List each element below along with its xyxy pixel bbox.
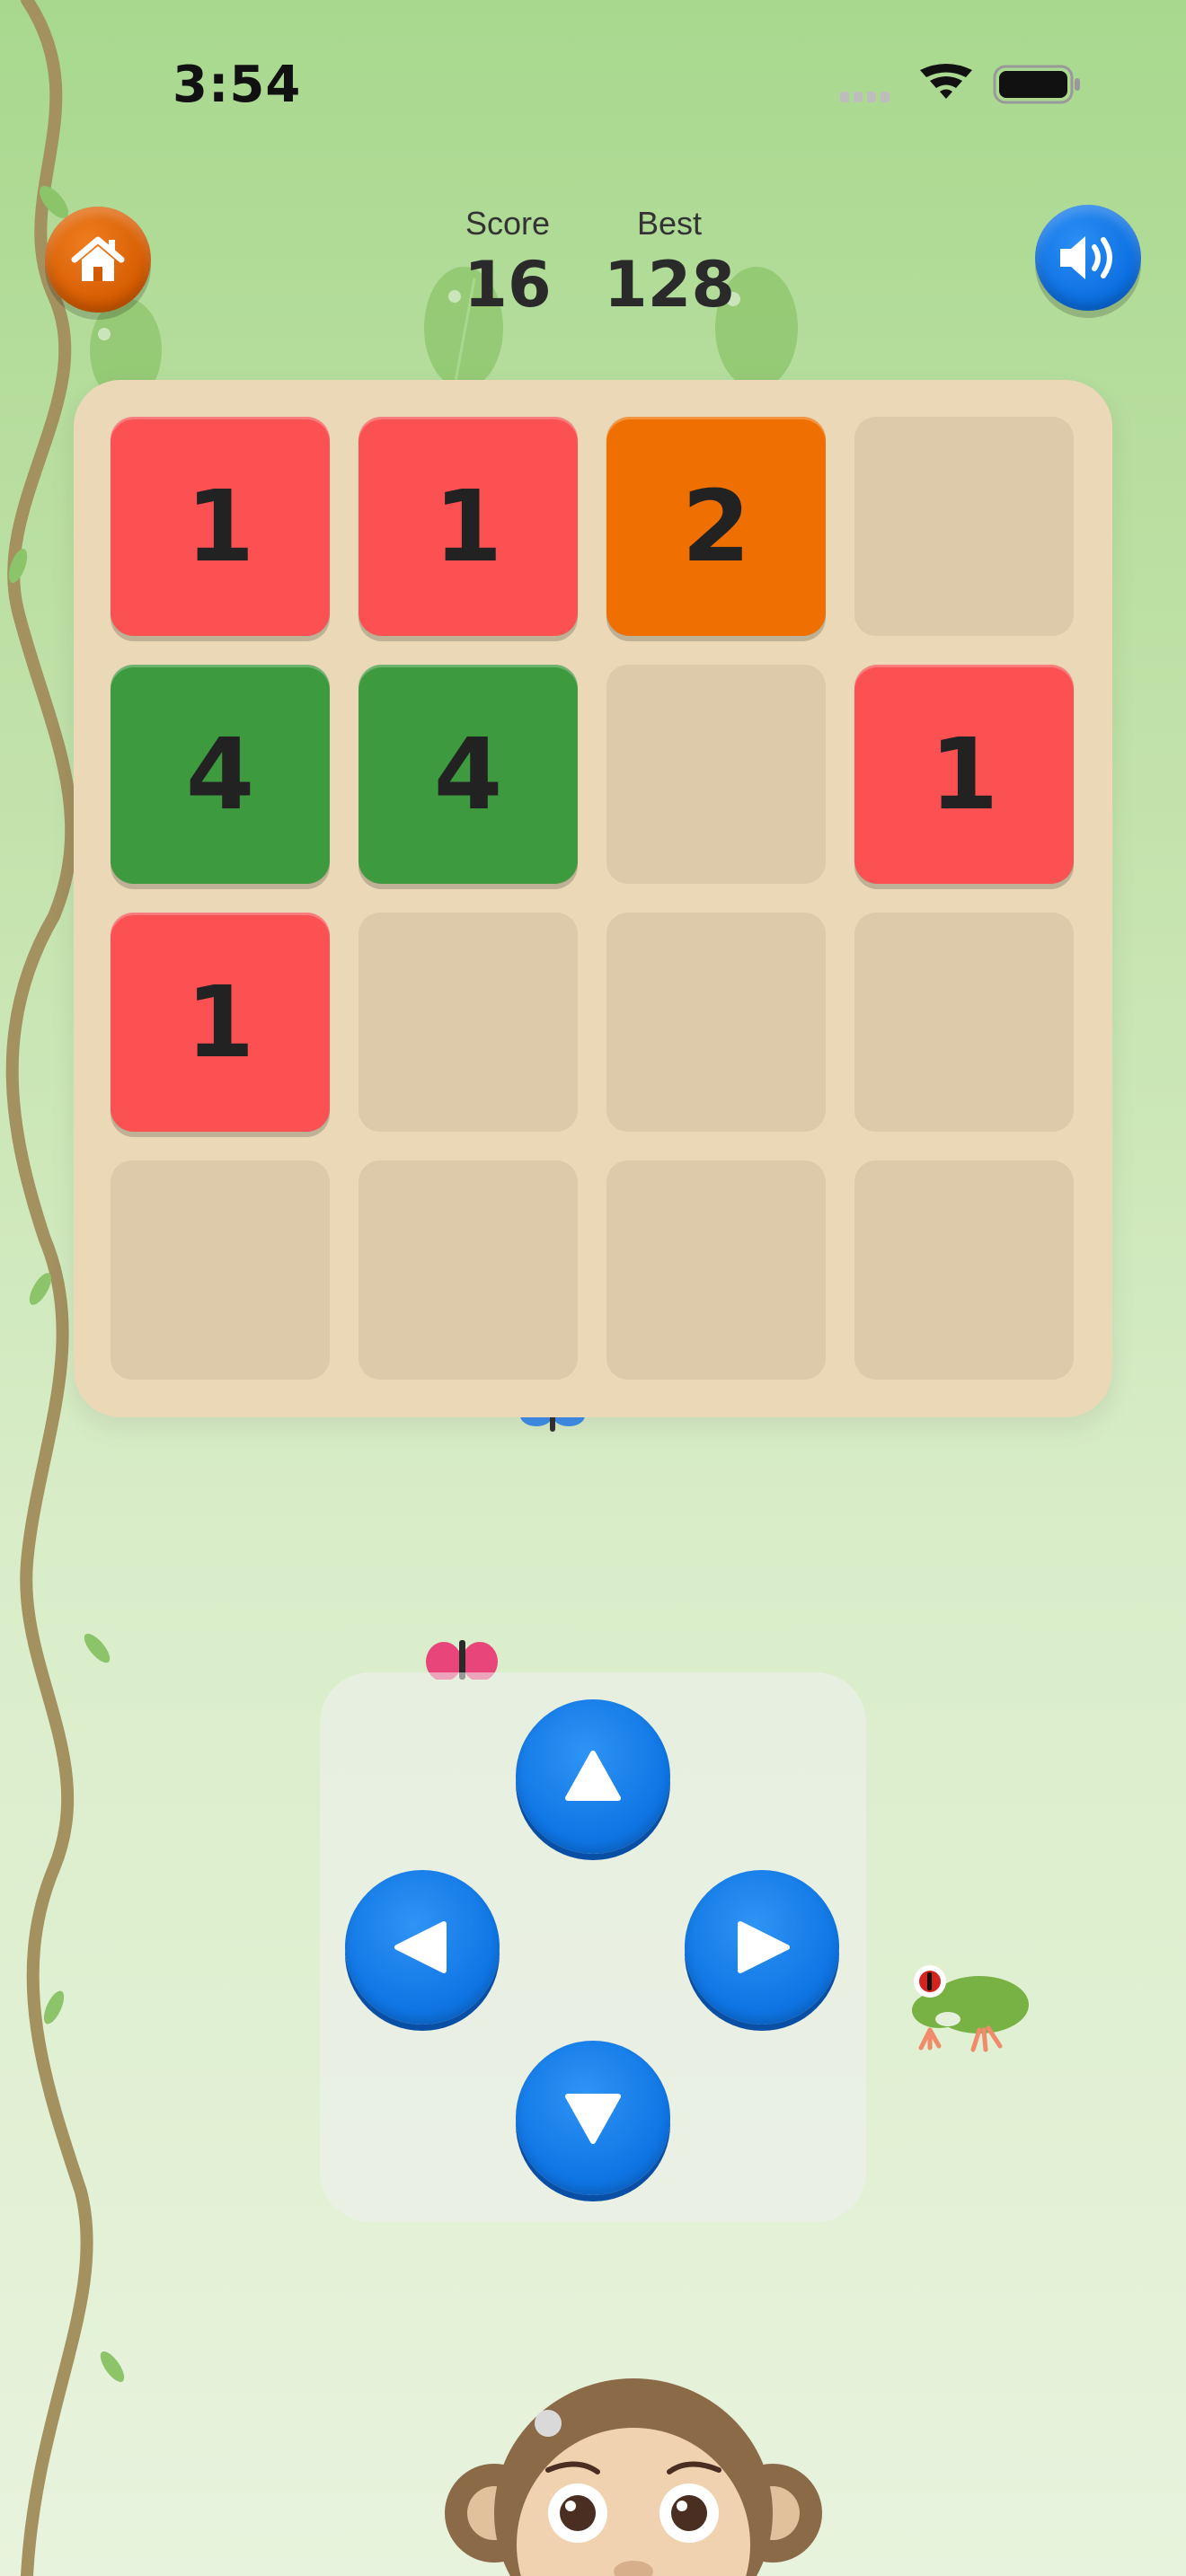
best-value: 128 — [603, 248, 736, 322]
board-cell — [358, 913, 578, 1132]
move-up-button[interactable] — [516, 1699, 670, 1854]
tile: 1 — [854, 665, 1074, 884]
arrow-up-icon — [565, 1751, 621, 1801]
home-icon — [71, 236, 125, 281]
tile: 2 — [606, 417, 826, 636]
status-time: 3:54 — [173, 56, 302, 114]
score-value: 16 — [464, 248, 552, 322]
tile: 1 — [111, 913, 330, 1132]
speaker-icon — [1060, 236, 1112, 279]
tile: 4 — [358, 665, 578, 884]
home-button[interactable] — [45, 207, 151, 313]
tile: 4 — [111, 665, 330, 884]
score-label: Score — [465, 205, 551, 242]
board-cell — [606, 665, 826, 884]
board-cell — [854, 913, 1074, 1132]
battery-icon — [993, 65, 1080, 104]
board-cell — [358, 1160, 578, 1380]
tile: 1 — [111, 417, 330, 636]
arrow-left-icon — [394, 1921, 447, 1973]
arrow-right-icon — [738, 1921, 790, 1973]
frog-decoration — [912, 1965, 1029, 2052]
sound-button[interactable] — [1035, 205, 1141, 311]
arrow-down-icon — [565, 2094, 621, 2144]
board-cell — [606, 913, 826, 1132]
board-cell — [606, 1160, 826, 1380]
move-down-button[interactable] — [516, 2041, 670, 2195]
wifi-icon — [920, 64, 972, 99]
move-left-button[interactable] — [345, 1870, 500, 2025]
tile: 1 — [358, 417, 578, 636]
board-cell — [854, 417, 1074, 636]
board-cell — [111, 1160, 330, 1380]
signal-icon — [840, 92, 890, 102]
game-board[interactable]: 1124411 — [74, 380, 1112, 1417]
move-right-button[interactable] — [685, 1870, 839, 2025]
status-icons — [840, 64, 1080, 104]
monkey-decoration — [445, 2378, 822, 2576]
best-label: Best — [636, 205, 703, 242]
board-cell — [854, 1160, 1074, 1380]
